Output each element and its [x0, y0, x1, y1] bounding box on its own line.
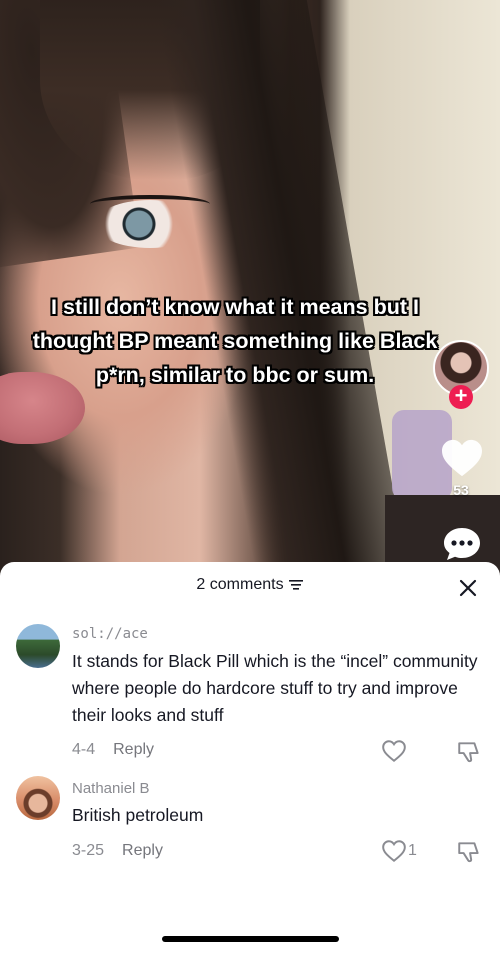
comment-username[interactable]: sol://ace — [72, 626, 148, 642]
thumbs-down-icon[interactable] — [456, 739, 482, 765]
comments-sort-toggle[interactable]: 2 comments — [196, 576, 303, 594]
comment-meta: 4-4 Reply — [72, 741, 154, 759]
comment-meta: 3-25 Reply — [72, 842, 163, 860]
like-heart-icon[interactable] — [440, 438, 484, 478]
comments-title: 2 comments — [196, 576, 284, 593]
follow-button[interactable]: + — [449, 385, 473, 409]
heart-outline-icon[interactable] — [381, 839, 407, 863]
comments-header: 2 comments — [0, 576, 500, 600]
close-icon[interactable] — [458, 578, 478, 598]
avatar[interactable] — [16, 624, 60, 668]
comment-text: British petroleum — [72, 805, 204, 825]
like-count: 53 — [453, 482, 469, 498]
reply-button[interactable]: Reply — [122, 842, 163, 859]
comment-date: 3-25 — [72, 842, 105, 859]
home-indicator[interactable] — [162, 936, 339, 942]
comment-like-count: 1 — [408, 842, 417, 859]
comment-text: It stands for Black Pill which is the “i… — [72, 651, 478, 725]
comments-sheet: 2 comments sol://ace It stands for Black… — [0, 562, 500, 953]
filter-icon — [288, 580, 303, 590]
thumbs-down-icon[interactable] — [456, 839, 482, 865]
video-player[interactable]: I still don’t know what it means but I t… — [0, 0, 500, 580]
heart-outline-icon[interactable] — [381, 739, 407, 763]
reply-button[interactable]: Reply — [113, 741, 154, 758]
comment-username[interactable]: Nathaniel B — [72, 780, 150, 797]
avatar[interactable] — [16, 776, 60, 820]
comment-date: 4-4 — [72, 741, 96, 758]
video-caption: I still don’t know what it means but I t… — [32, 295, 438, 387]
comment-bubble-icon[interactable] — [442, 526, 482, 562]
